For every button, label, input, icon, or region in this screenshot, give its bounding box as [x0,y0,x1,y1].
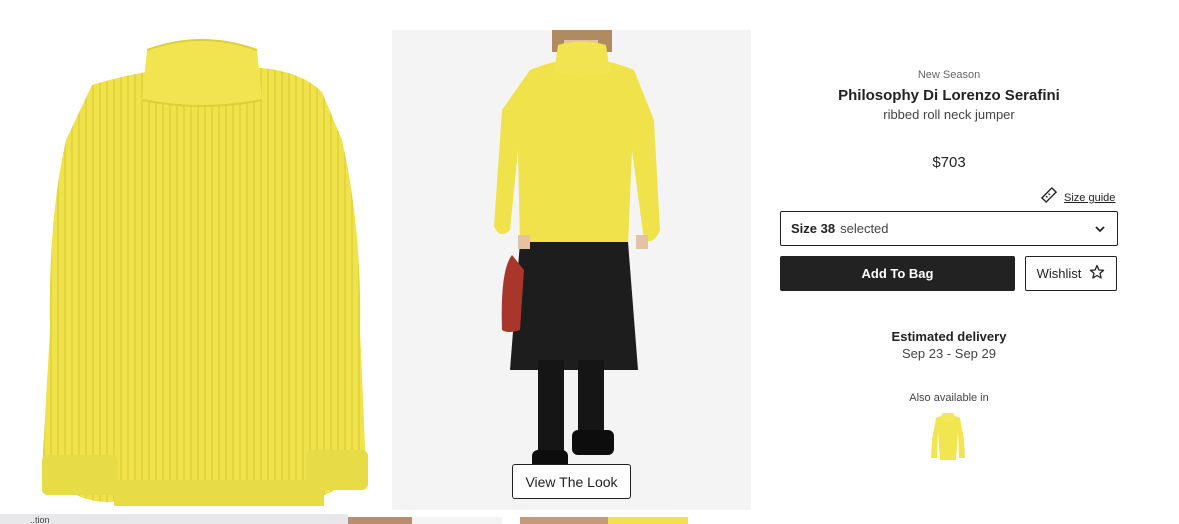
model-image [392,30,751,510]
add-to-bag-button[interactable]: Add To Bag [780,256,1015,291]
chevron-down-icon [1093,222,1107,236]
view-the-look-button[interactable]: View The Look [512,464,631,499]
size-guide-link[interactable]: Size guide [1040,186,1115,209]
estimated-delivery-dates: Sep 23 - Sep 29 [902,346,996,361]
product-image-main[interactable] [22,30,388,510]
gallery-thumbnail[interactable] [608,517,688,524]
ruler-icon [1040,186,1058,209]
jumper-image [42,39,368,506]
gallery-thumbnail[interactable] [348,517,412,524]
estimated-delivery-title: Estimated delivery [891,329,1007,344]
wishlist-button[interactable]: Wishlist [1025,256,1117,291]
size-value: Size 38 [791,221,836,236]
size-guide-label: Size guide [1064,191,1116,204]
size-state: selected [840,221,889,236]
size-dropdown[interactable]: Size 38 selected [780,211,1118,246]
brand-name[interactable]: Philosophy Di Lorenzo Serafini [780,87,1118,104]
star-icon [1089,264,1105,283]
color-variant-thumbnail[interactable] [928,410,968,462]
season-badge: New Season [917,69,981,81]
wishlist-label: Wishlist [1036,266,1082,281]
product-description: ribbed roll neck jumper [883,107,1015,122]
gallery-thumbnail[interactable] [412,517,502,524]
gallery-thumbnail[interactable] [520,517,608,524]
bottom-banner[interactable] [0,514,348,524]
also-available-label: Also available in [909,392,989,404]
product-image-model[interactable] [392,30,751,510]
bottom-banner-text: ..tion [30,515,50,524]
product-price: $703 [932,154,966,171]
